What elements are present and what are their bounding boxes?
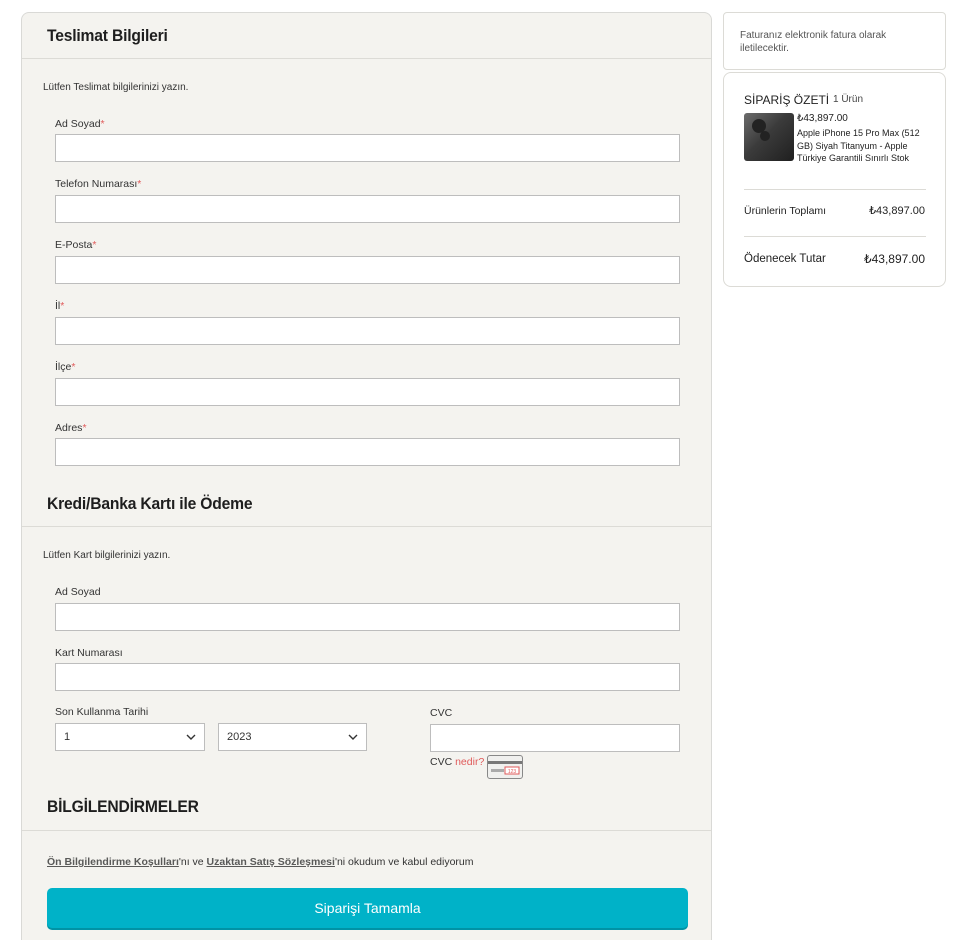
cvc-input[interactable]: [430, 724, 680, 752]
complete-order-button[interactable]: Siparişi Tamamla: [47, 888, 688, 928]
product-name: Apple iPhone 15 Pro Max (512 GB) Siyah T…: [797, 128, 920, 163]
expiry-month-value: 1: [64, 731, 71, 743]
expiry-label: Son Kullanma Tarihi: [55, 706, 149, 718]
total-label: Ödenecek Tutar: [744, 253, 826, 265]
chevron-down-icon: [186, 734, 196, 740]
subtotal-label: Ürünlerin Toplamı: [744, 205, 827, 217]
summary-divider: [744, 236, 926, 237]
checkout-form-panel: Teslimat Bilgileri Lütfen Teslimat bilgi…: [21, 12, 712, 940]
section-divider: [22, 58, 711, 59]
terms-consent-text: Ön Bilgilendirme Koşulları'nı ve Uzaktan…: [47, 856, 474, 868]
payment-section-title: Kredi/Banka Kartı ile Ödeme: [47, 494, 253, 513]
cvc-label: CVC: [430, 707, 453, 719]
subtotal-value: ₺43,897.00: [869, 205, 925, 217]
email-input[interactable]: [55, 256, 680, 284]
full-name-input[interactable]: [55, 134, 680, 162]
full-name-label: Ad Soyad*: [55, 118, 105, 130]
card-icon-digits: 123: [508, 769, 517, 775]
invoice-note-text: Faturanız elektronik fatura olarak ileti…: [740, 30, 887, 54]
cardholder-name-input[interactable]: [55, 603, 680, 631]
card-cvc-icon: 123: [487, 755, 523, 779]
invoice-note-box: Faturanız elektronik fatura olarak ileti…: [723, 12, 946, 70]
total-value: ₺43,897.00: [863, 252, 925, 266]
order-summary-title: SİPARİŞ ÖZETİ: [744, 93, 830, 107]
cardholder-name-label: Ad Soyad: [55, 586, 101, 598]
order-summary: SİPARİŞ ÖZETİ 1 Ürün ₺43,897.00 Apple iP…: [723, 72, 946, 287]
delivery-hint: Lütfen Teslimat bilgilerinizi yazın.: [43, 82, 189, 93]
distance-sales-contract-link[interactable]: Uzaktan Satış Sözleşmesi: [207, 856, 335, 868]
section-divider: [22, 830, 711, 831]
expiry-month-select[interactable]: 1: [55, 723, 205, 751]
address-label: Adres*: [55, 422, 87, 434]
credit-card-icon: 123: [488, 761, 522, 775]
province-input[interactable]: [55, 317, 680, 345]
product-price: ₺43,897.00: [797, 113, 848, 124]
section-divider: [22, 526, 711, 527]
expiry-year-value: 2023: [227, 731, 252, 743]
summary-divider: [744, 189, 926, 190]
card-number-label: Kart Numarası: [55, 647, 123, 659]
notifications-section-title: BİLGİLENDİRMELER: [47, 797, 199, 816]
province-label: İl*: [55, 300, 65, 312]
cvc-help: CVC nedir?: [430, 756, 485, 768]
chevron-down-icon: [348, 734, 358, 740]
product-image: [744, 113, 794, 161]
district-label: İlçe*: [55, 361, 76, 373]
email-label: E-Posta*: [55, 239, 97, 251]
item-count: 1 Ürün: [833, 94, 864, 105]
expiry-year-select[interactable]: 2023: [218, 723, 367, 751]
phone-input[interactable]: [55, 195, 680, 223]
cvc-help-link[interactable]: nedir?: [455, 756, 484, 768]
card-number-input[interactable]: [55, 663, 680, 691]
preliminary-info-link[interactable]: Ön Bilgilendirme Koşulları: [47, 856, 179, 868]
address-input[interactable]: [55, 438, 680, 466]
phone-label: Telefon Numarası*: [55, 178, 142, 190]
delivery-section-title: Teslimat Bilgileri: [47, 26, 168, 45]
district-input[interactable]: [55, 378, 680, 406]
payment-hint: Lütfen Kart bilgilerinizi yazın.: [43, 550, 171, 561]
